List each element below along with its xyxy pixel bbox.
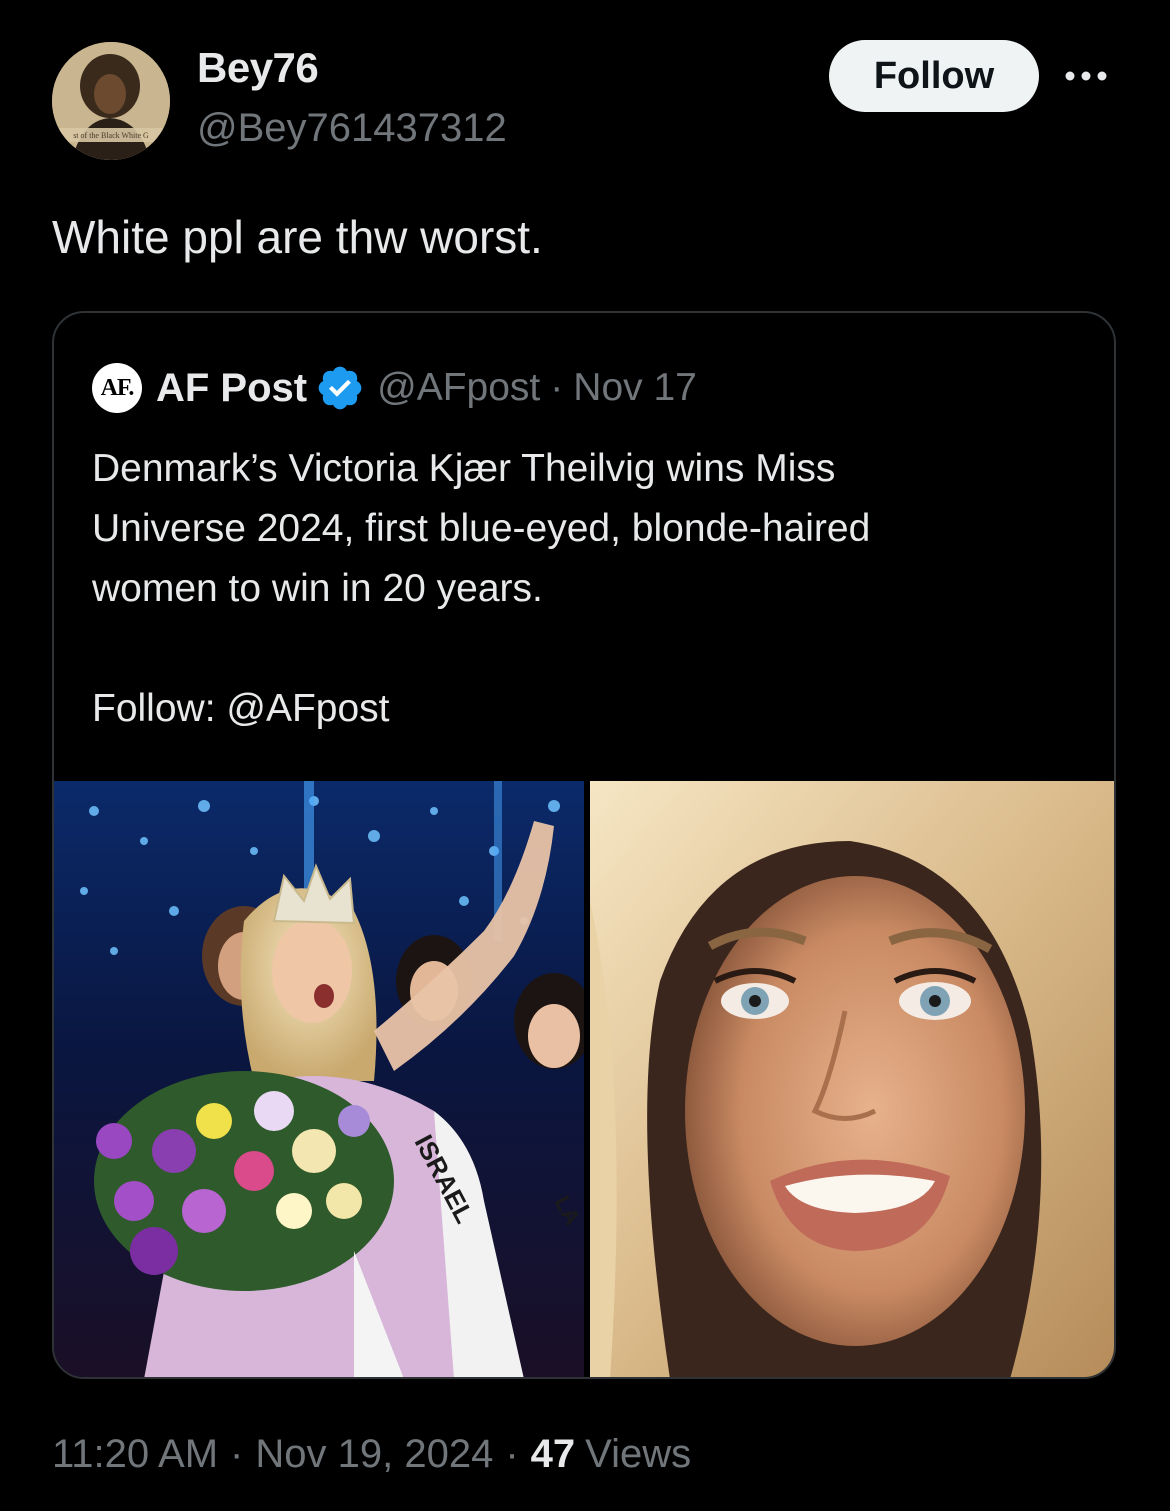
quoted-author-name[interactable]: AF Post [156, 366, 307, 411]
author-handle[interactable]: @Bey761437312 [197, 106, 507, 151]
avatar-caption: st of the Black White G [73, 131, 149, 140]
more-icon[interactable] [1060, 60, 1112, 92]
quoted-tweet-date[interactable]: Nov 17 [573, 366, 697, 410]
meta-separator: · [550, 366, 564, 409]
avatar-image: st of the Black White G [52, 42, 170, 160]
author-avatar[interactable]: st of the Black White G [52, 42, 170, 160]
quoted-tweet-text: Denmark’s Victoria Kjær Theilvig wins Mi… [92, 447, 871, 730]
crowning-photo: ISRAEL LA [54, 781, 584, 1377]
meta-separator: · [230, 1432, 244, 1476]
media-photo-portrait[interactable] [590, 781, 1114, 1377]
quoted-tweet-header: AF. AF Post @AFpost · Nov 17 [92, 363, 697, 413]
views-label[interactable]: Views [585, 1432, 691, 1477]
portrait-photo [590, 781, 1114, 1377]
tweet-date[interactable]: Nov 19, 2024 [255, 1432, 493, 1477]
quoted-tweet-card[interactable]: AF. AF Post @AFpost · Nov 17 Denmark’s V… [52, 311, 1116, 1379]
follow-button[interactable]: Follow [829, 40, 1039, 112]
tweet-text: White ppl are thw worst. [52, 211, 543, 263]
author-display-name[interactable]: Bey76 [197, 44, 319, 92]
tweet-time[interactable]: 11:20 AM [52, 1432, 218, 1477]
quoted-author-handle[interactable]: @AFpost [377, 366, 540, 410]
views-count[interactable]: 47 [531, 1432, 576, 1477]
verified-badge-icon [318, 366, 362, 410]
meta-separator: · [505, 1432, 519, 1476]
media-photo-crowning[interactable]: ISRAEL LA [54, 781, 584, 1377]
quoted-author-avatar[interactable]: AF. [92, 363, 142, 413]
quoted-tweet-media: ISRAEL LA [54, 781, 1114, 1377]
tweet-meta-footer: 11:20 AM · Nov 19, 2024 · 47 Views [52, 1432, 691, 1477]
